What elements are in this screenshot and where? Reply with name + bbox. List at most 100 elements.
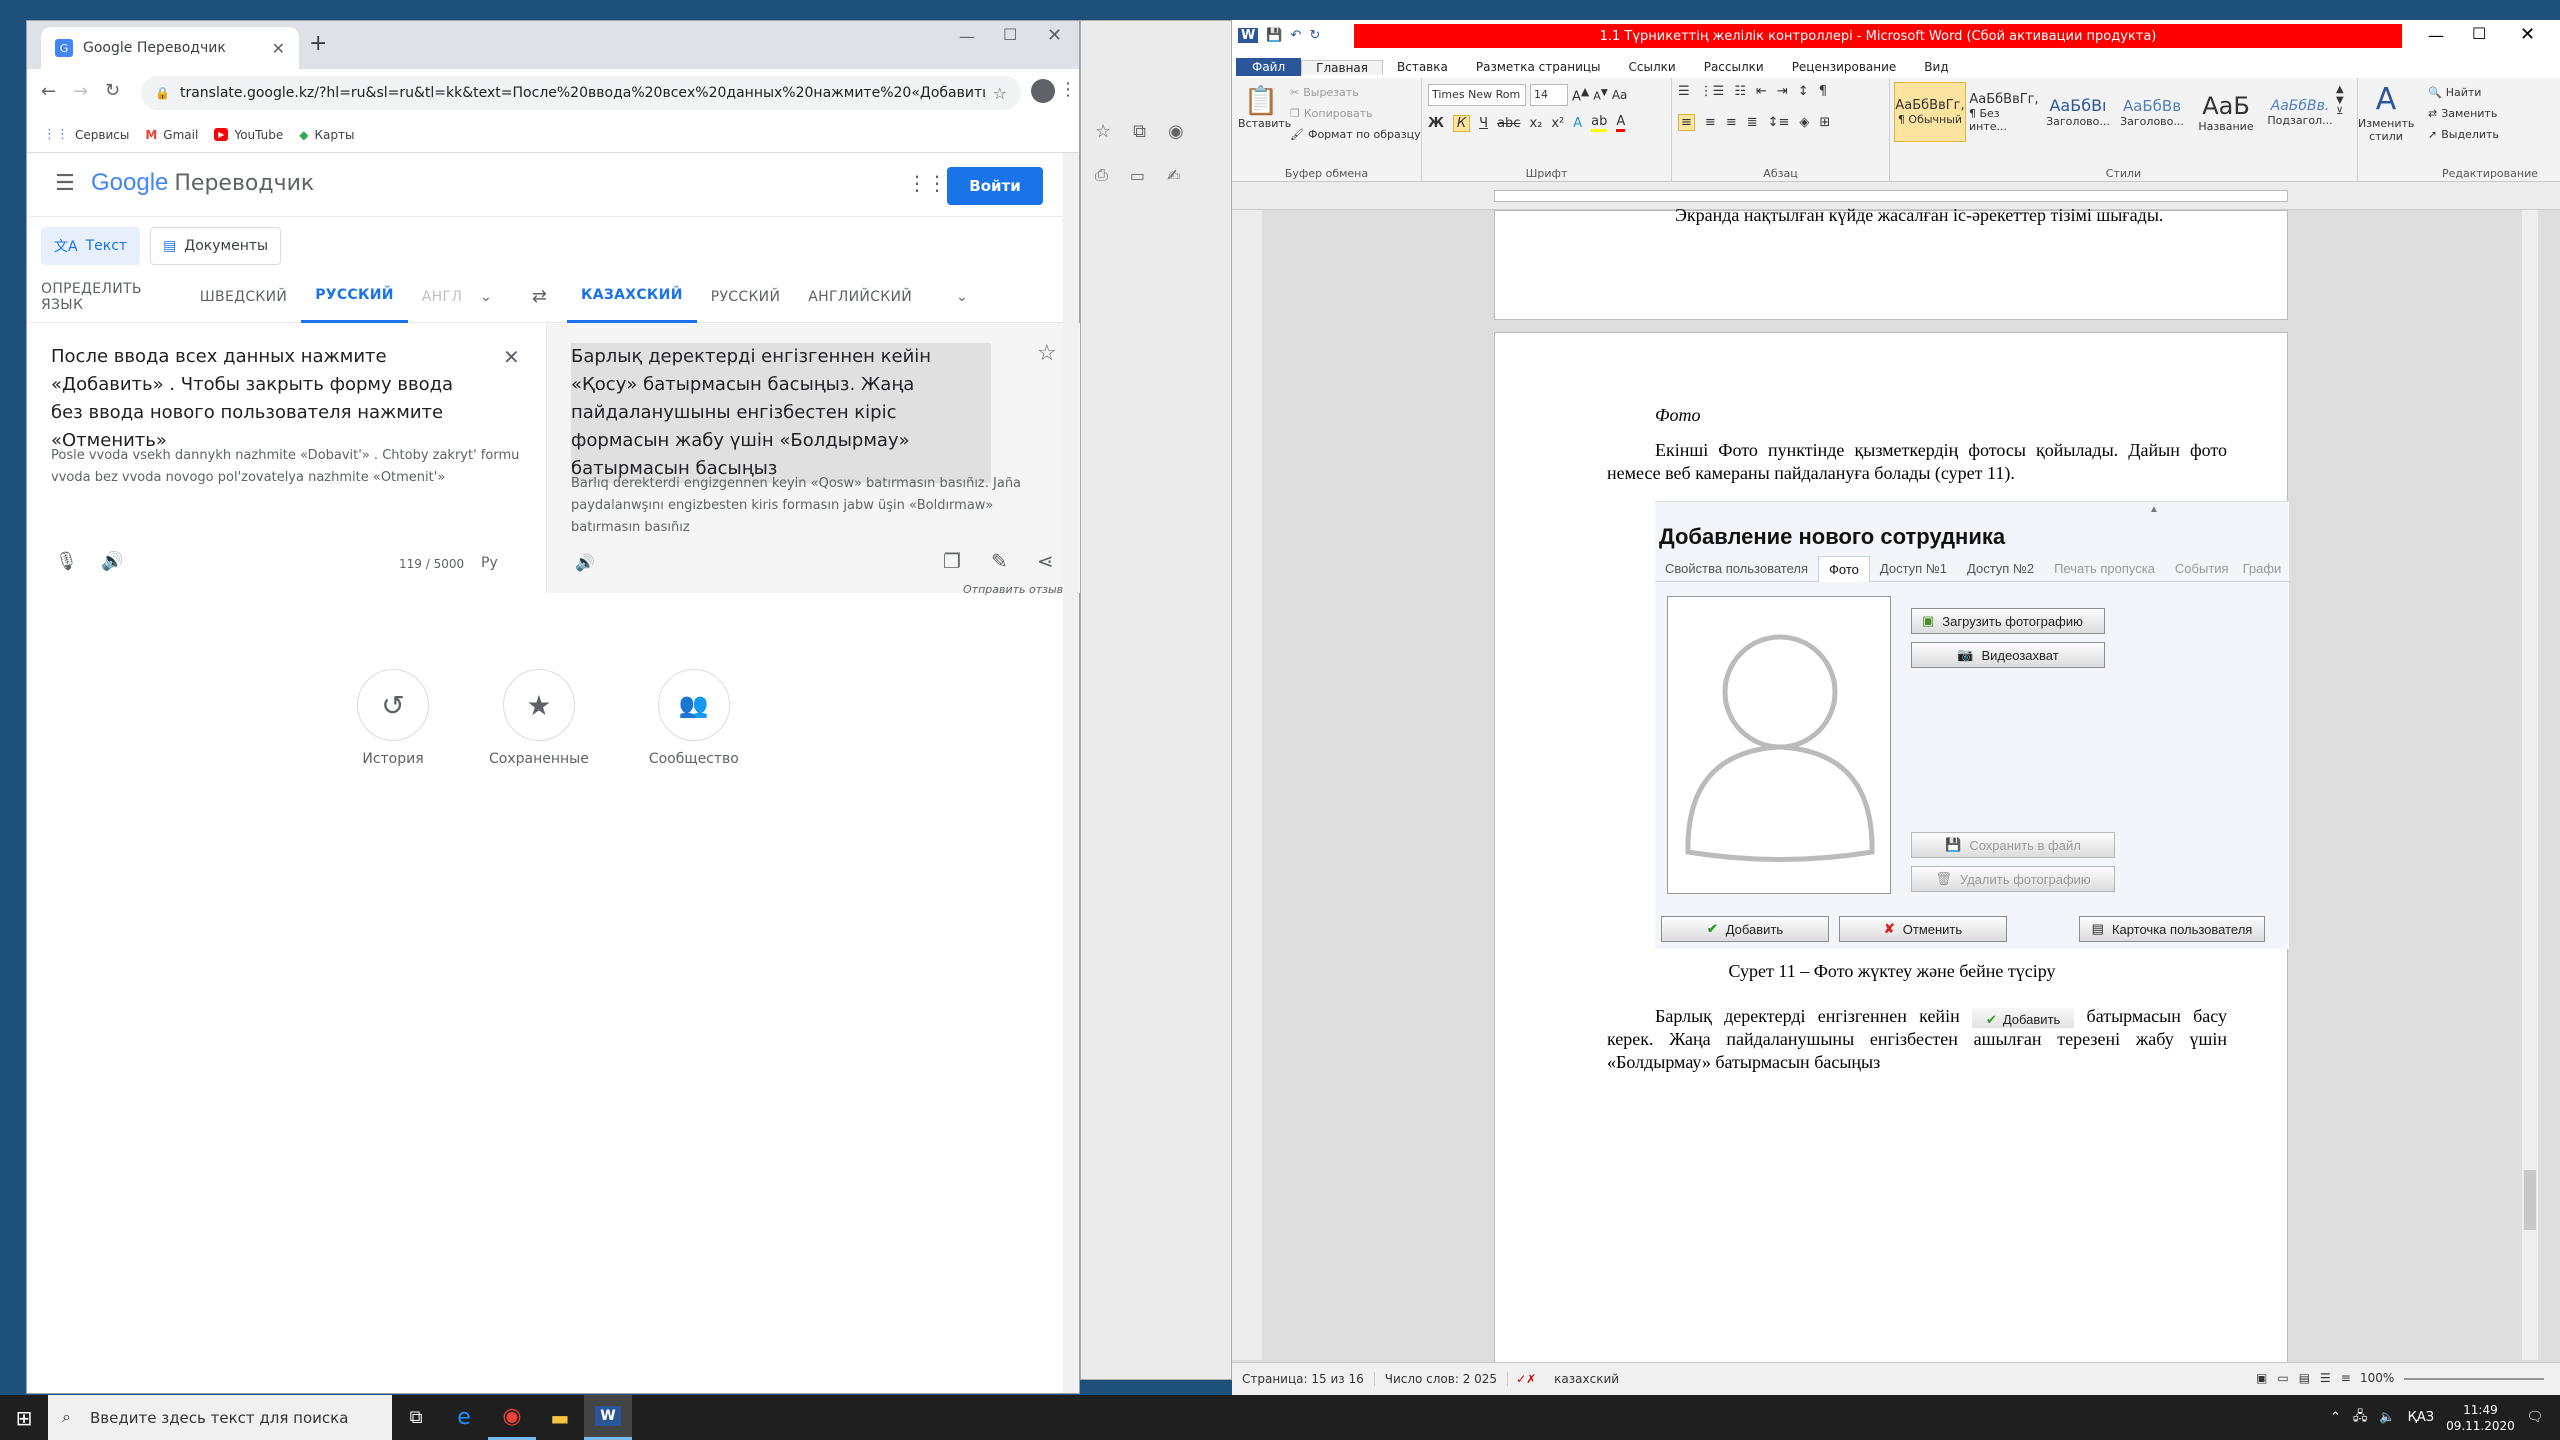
add-button[interactable]: ✔ Добавить: [1661, 916, 1829, 942]
microphone-icon[interactable]: 🎙: [55, 551, 78, 572]
zoom-level[interactable]: 100%: [2360, 1371, 2394, 1385]
pilcrow-icon[interactable]: ¶: [1819, 84, 1827, 99]
bookmark-youtube[interactable]: ▶ YouTube: [214, 128, 283, 142]
lang-kazakh-target[interactable]: КАЗАХСКИЙ: [567, 271, 697, 323]
speaker-icon[interactable]: 🔊: [575, 553, 595, 572]
chevron-down-icon[interactable]: ⌄: [480, 289, 492, 305]
reload-icon[interactable]: ↻: [105, 80, 120, 101]
font-size-select[interactable]: 14: [1530, 84, 1568, 106]
find-button[interactable]: 🔍 Найти: [2428, 82, 2499, 103]
shrink-font-icon[interactable]: A▼: [1593, 87, 1608, 103]
italic-icon[interactable]: К: [1452, 114, 1471, 132]
page-2[interactable]: Фото Екінші Фото пунктінде қызметкердің …: [1494, 332, 2289, 1392]
tab-file[interactable]: Файл: [1236, 58, 1302, 76]
dialog-tab-events[interactable]: События: [2165, 561, 2239, 576]
profile-icon[interactable]: [1031, 79, 1055, 103]
star-icon[interactable]: ☆: [1095, 121, 1111, 142]
star-icon[interactable]: ☆: [993, 84, 1007, 103]
word-count[interactable]: Число слов: 2 025: [1375, 1372, 1509, 1386]
signin-button[interactable]: Войти: [947, 167, 1043, 205]
close-window-icon[interactable]: ✕: [1047, 25, 1062, 46]
sign-icon[interactable]: ✍: [1167, 166, 1180, 185]
web-layout-icon[interactable]: ▤: [2299, 1371, 2310, 1385]
style-heading-2[interactable]: АаБбВв Заголово...: [2116, 82, 2188, 142]
line-spacing-icon[interactable]: ↕≡: [1768, 115, 1790, 130]
edge-icon[interactable]: e: [440, 1395, 488, 1440]
align-left-icon[interactable]: ≡: [1678, 114, 1695, 131]
lang-english-source[interactable]: АНГЛ: [408, 271, 476, 323]
draft-icon[interactable]: ≡: [2341, 1371, 2351, 1385]
redo-icon[interactable]: ↻: [1309, 28, 1320, 43]
word-taskbar-icon[interactable]: W: [584, 1395, 632, 1440]
sort-icon[interactable]: ↕: [1798, 84, 1809, 99]
save-icon[interactable]: ▭: [1130, 166, 1145, 185]
back-icon[interactable]: ←: [41, 81, 56, 102]
page-indicator[interactable]: Страница: 15 из 16: [1232, 1372, 1375, 1386]
maximize-icon[interactable]: ☐: [1003, 25, 1017, 44]
multilevel-icon[interactable]: ☷: [1734, 84, 1746, 99]
dialog-tab-access-2[interactable]: Доступ №2: [1957, 561, 2044, 576]
style-normal[interactable]: АаБбВвГг, ¶ Обычный: [1894, 82, 1966, 142]
vertical-ruler[interactable]: [1232, 210, 1262, 1360]
bookmark-apps[interactable]: ⋮⋮ Сервисы: [43, 127, 129, 142]
dialog-tab-access-1[interactable]: Доступ №1: [1870, 561, 1957, 576]
bold-icon[interactable]: Ж: [1428, 116, 1444, 131]
clock[interactable]: 11:49 09.11.2020: [2446, 1402, 2515, 1434]
clear-text-icon[interactable]: ✕: [503, 345, 520, 369]
bookmark-gmail[interactable]: M Gmail: [145, 128, 198, 142]
dialog-tab-properties[interactable]: Свойства пользователя: [1655, 561, 1818, 576]
dialog-tab-print[interactable]: Печать пропуска: [2044, 561, 2165, 576]
account-icon[interactable]: ◉: [1168, 121, 1184, 142]
align-center-icon[interactable]: ≡: [1705, 115, 1716, 130]
dialog-tab-photo[interactable]: Фото: [1818, 555, 1870, 582]
swap-languages-icon[interactable]: ⇄: [532, 286, 547, 307]
keyboard-selector[interactable]: Ру: [481, 555, 498, 571]
speaker-icon[interactable]: 🔊: [101, 551, 123, 572]
lang-russian-source[interactable]: РУССКИЙ: [301, 271, 408, 323]
forward-icon[interactable]: →: [73, 81, 88, 102]
numbering-icon[interactable]: ⋮☰: [1700, 84, 1725, 99]
style-title[interactable]: АаБ Название: [2190, 82, 2262, 142]
lang-detect[interactable]: ОПРЕДЕЛИТЬ ЯЗЫК: [27, 271, 186, 323]
style-subtitle[interactable]: АаБбВв. Подзагол...: [2264, 82, 2336, 142]
copy-icon[interactable]: ❐: [943, 549, 961, 573]
translate-logo[interactable]: Google Переводчик: [91, 169, 314, 197]
proofing-icon[interactable]: ✓✗: [1508, 1372, 1544, 1386]
windows-start-icon[interactable]: ⊞: [0, 1395, 48, 1440]
address-bar[interactable]: 🔒 translate.google.kz/?hl=ru&sl=ru&tl=kk…: [141, 76, 1021, 110]
saved-action[interactable]: ★ Сохраненные: [489, 669, 589, 767]
chevron-down-icon[interactable]: ⌄: [956, 289, 968, 305]
full-screen-icon[interactable]: ▭: [2277, 1371, 2288, 1385]
print-icon[interactable]: ⎙: [1095, 165, 1108, 185]
lang-english-target[interactable]: АНГЛИЙСКИЙ: [794, 271, 926, 323]
tab-references[interactable]: Ссылки: [1615, 60, 1690, 74]
format-painter-button[interactable]: 🖌 Формат по образцу: [1290, 124, 1421, 145]
shading-icon[interactable]: ◈: [1799, 115, 1809, 130]
cut-button[interactable]: ✂ Вырезать: [1290, 82, 1421, 103]
highlight-icon[interactable]: ab: [1591, 114, 1608, 132]
vertical-scrollbar[interactable]: [2522, 210, 2538, 1360]
share-icon[interactable]: ⋖: [1037, 549, 1054, 573]
lang-russian-target[interactable]: РУССКИЙ: [697, 271, 795, 323]
tab-home[interactable]: Главная: [1301, 59, 1383, 75]
collection-icon[interactable]: ⧉: [1133, 121, 1146, 142]
chrome-icon[interactable]: ◉: [488, 1395, 536, 1440]
save-icon[interactable]: 💾: [1266, 28, 1282, 43]
new-tab-icon[interactable]: +: [309, 31, 327, 56]
video-capture-button[interactable]: 📷 Видеозахват: [1911, 642, 2105, 668]
grow-font-icon[interactable]: A▲: [1572, 85, 1589, 104]
lang-swedish[interactable]: ШВЕДСКИЙ: [186, 271, 301, 323]
task-view-icon[interactable]: ⧉: [392, 1395, 440, 1440]
increase-indent-icon[interactable]: ⇥: [1777, 84, 1788, 99]
borders-icon[interactable]: ⊞: [1819, 115, 1830, 130]
documents-mode-button[interactable]: ▤ Документы: [150, 227, 282, 265]
change-case-icon[interactable]: Аа: [1612, 88, 1628, 102]
user-card-button[interactable]: ▤ Карточка пользователя: [2079, 916, 2265, 942]
community-action[interactable]: 👥 Сообщество: [649, 669, 739, 767]
undo-icon[interactable]: ↶: [1291, 28, 1302, 43]
align-right-icon[interactable]: ≡: [1726, 115, 1737, 130]
notifications-icon[interactable]: 🗨: [2527, 1410, 2544, 1425]
text-effects-icon[interactable]: A: [1573, 116, 1582, 131]
upload-photo-button[interactable]: ▣ Загрузить фотографию: [1911, 608, 2105, 634]
bookmark-maps[interactable]: ◆ Карты: [299, 128, 354, 142]
